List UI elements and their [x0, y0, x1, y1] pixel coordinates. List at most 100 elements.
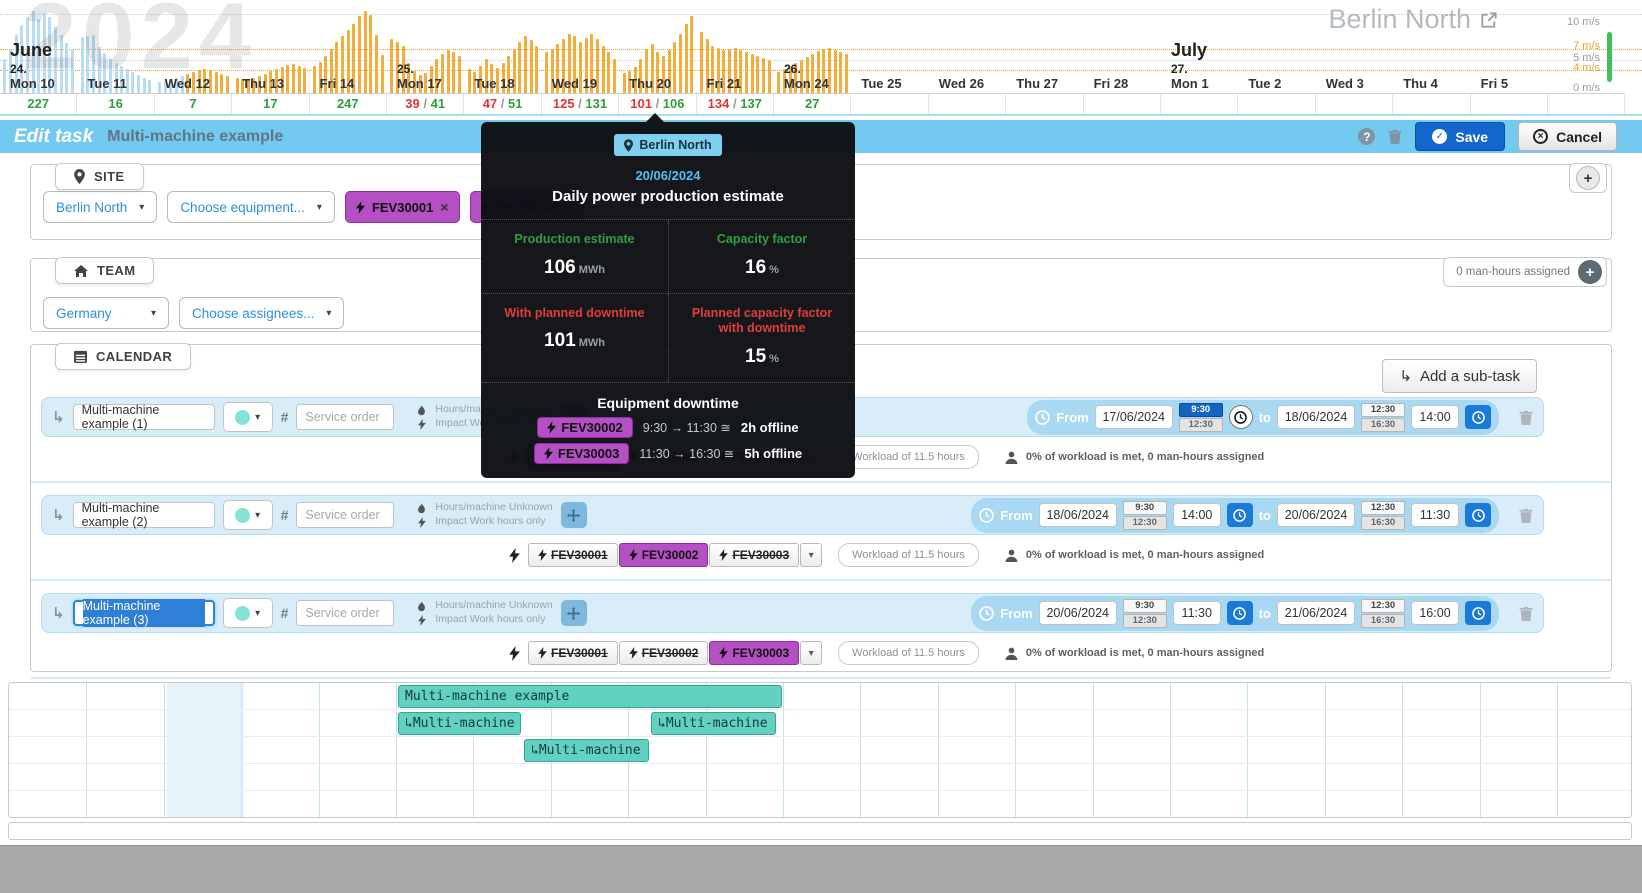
to-shift-times[interactable]: 12:30 16:30 — [1361, 599, 1405, 628]
subtask-arrow-icon: ↳ — [52, 604, 65, 622]
to-time-input[interactable]: 14:00 — [1411, 405, 1459, 429]
service-order-input[interactable]: Service order — [296, 502, 394, 528]
delete-subtask-icon[interactable] — [1519, 508, 1533, 523]
day-label: Mon 24 — [784, 76, 829, 91]
delete-subtask-icon[interactable] — [1519, 606, 1533, 621]
day-label: Wed 12 — [165, 76, 210, 91]
scroll-thumb[interactable] — [1607, 32, 1612, 82]
service-order-input[interactable]: Service order — [296, 600, 394, 626]
site-select[interactable]: Berlin North▾ — [43, 191, 157, 223]
save-button[interactable]: ✓ Save — [1415, 122, 1505, 151]
move-button[interactable] — [561, 502, 587, 528]
tooltip-site-chip: Berlin North — [614, 134, 721, 156]
subtask-name-input[interactable]: Multi-machine example (1) — [73, 404, 215, 430]
subtask-color-select[interactable]: ▾ — [223, 402, 273, 432]
to-date-input[interactable]: 20/06/2024 — [1277, 503, 1355, 527]
gantt-gridline — [1480, 683, 1481, 817]
day-production-value — [1471, 93, 1548, 114]
plus-icon[interactable]: + — [1578, 260, 1602, 284]
remove-tag-icon[interactable]: × — [440, 199, 448, 215]
timeline-day[interactable]: 25.Mon 17 — [387, 0, 464, 93]
timeline-day[interactable]: Thu 27 — [1006, 0, 1083, 93]
team-select[interactable]: Germany▾ — [43, 297, 169, 329]
color-swatch — [235, 606, 250, 621]
equipment-tag[interactable]: FEV30001 — [528, 543, 618, 567]
timeline-day[interactable]: Fri 21 — [697, 0, 774, 93]
from-date-input[interactable]: 17/06/2024 — [1095, 405, 1173, 429]
gantt-gridline — [783, 683, 784, 817]
to-time-input[interactable]: 11:30 — [1411, 503, 1459, 527]
help-icon[interactable]: ? — [1358, 128, 1375, 145]
move-icon — [567, 607, 580, 620]
from-time-input[interactable]: 14:00 — [1173, 503, 1221, 527]
gantt-bar-subtask[interactable]: ↳Multi-machine — [398, 712, 521, 735]
equipment-dropdown-caret[interactable]: ▾ — [800, 641, 822, 665]
assignees-select[interactable]: Choose assignees...▾ — [179, 297, 344, 329]
subtask-color-select[interactable]: ▾ — [223, 598, 273, 628]
clock-icon — [1472, 509, 1485, 522]
subtask-color-select[interactable]: ▾ — [223, 500, 273, 530]
timeline-day[interactable]: Fri 14 — [310, 0, 387, 93]
external-link-icon[interactable] — [1481, 12, 1497, 28]
subtask-name-input[interactable]: Multi-machine example (2) — [73, 502, 215, 528]
equipment-tag[interactable]: FEV30001 × — [345, 191, 460, 223]
app-root: 2024 Berlin North 10 m/s7 m/s5 m/s4 m/s0… — [0, 0, 1642, 893]
from-date-input[interactable]: 20/06/2024 — [1039, 601, 1117, 625]
day-production-value: 16 — [77, 93, 154, 114]
timeline-day[interactable]: Tue 18 — [464, 0, 541, 93]
equipment-tag[interactable]: FEV30002 — [619, 641, 709, 665]
move-button[interactable] — [561, 600, 587, 626]
subtask-name-input[interactable]: Multi-machine example (3) — [73, 600, 215, 626]
to-time-picker-button[interactable] — [1465, 503, 1491, 527]
timeline-day[interactable]: Fri 28 — [1084, 0, 1161, 93]
gantt-bar-subtask[interactable]: ↳Multi-machine — [524, 739, 649, 762]
equipment-tag[interactable]: FEV30003 — [709, 543, 799, 567]
plus-icon[interactable]: + — [1576, 166, 1600, 190]
production-tooltip: Berlin North 20/06/2024 Daily power prod… — [481, 122, 855, 478]
timeline-day[interactable]: Wed 26 — [929, 0, 1006, 93]
check-icon: ✓ — [1432, 129, 1447, 144]
from-time-picker-button[interactable] — [1227, 601, 1253, 625]
week-number: 26. — [784, 62, 801, 76]
timeline-day[interactable]: Tue 25 — [851, 0, 928, 93]
timeline-day[interactable]: Wed 19 — [542, 0, 619, 93]
timeline-day[interactable]: Tue 2 — [1238, 0, 1315, 93]
delete-subtask-icon[interactable] — [1519, 410, 1533, 425]
from-date-input[interactable]: 18/06/2024 — [1039, 503, 1117, 527]
to-time-picker-button[interactable] — [1465, 405, 1491, 429]
service-order-input[interactable]: Service order — [296, 404, 394, 430]
from-shift-times[interactable]: 9:30 12:30 — [1123, 501, 1167, 530]
timeline-day[interactable]: 26.Mon 24 — [774, 0, 851, 93]
from-shift-times[interactable]: 9:30 12:30 — [1123, 599, 1167, 628]
to-shift-times[interactable]: 12:30 16:30 — [1361, 403, 1405, 432]
service-order-hash: # — [281, 507, 289, 523]
gantt-bar-subtask[interactable]: ↳Multi-machine — [651, 712, 776, 735]
to-time-input[interactable]: 16:00 — [1411, 601, 1459, 625]
from-time-picker-button[interactable] — [1227, 503, 1253, 527]
stat-capacity-factor: Capacity factor 16% — [668, 220, 855, 294]
subtask-arrow-icon: ↳ — [52, 408, 65, 426]
timeline-day[interactable]: July27.Mon 1 — [1161, 0, 1238, 93]
to-date-input[interactable]: 18/06/2024 — [1277, 405, 1355, 429]
to-shift-times[interactable]: 12:30 16:30 — [1361, 501, 1405, 530]
from-time-input[interactable]: 11:30 — [1173, 601, 1221, 625]
to-time-picker-button[interactable] — [1465, 601, 1491, 625]
timeline-day[interactable]: Thu 20 — [619, 0, 696, 93]
equipment-tag[interactable]: FEV30002 — [619, 543, 709, 567]
equipment-dropdown-caret[interactable]: ▾ — [800, 543, 822, 567]
equipment-tag[interactable]: FEV30003 — [709, 641, 799, 665]
month-label: June — [10, 40, 52, 61]
delete-task-icon[interactable] — [1388, 129, 1402, 144]
gantt-bar-task[interactable]: Multi-machine example — [398, 685, 782, 708]
add-subtask-button[interactable]: ↳ Add a sub-task — [1382, 359, 1537, 393]
from-time-picker-button[interactable] — [1229, 405, 1253, 429]
equipment-select[interactable]: Choose equipment...▾ — [167, 191, 335, 223]
day-production-value — [1548, 93, 1625, 114]
equipment-tag[interactable]: FEV30001 — [528, 641, 618, 665]
cancel-button[interactable]: × Cancel — [1518, 122, 1617, 151]
to-date-input[interactable]: 21/06/2024 — [1277, 601, 1355, 625]
day-production-value: 47 / 51 — [464, 93, 541, 114]
person-icon — [1005, 451, 1018, 464]
from-shift-times[interactable]: 9:30 12:30 — [1179, 403, 1223, 432]
subtask-arrow-icon: ↳ — [52, 506, 65, 524]
